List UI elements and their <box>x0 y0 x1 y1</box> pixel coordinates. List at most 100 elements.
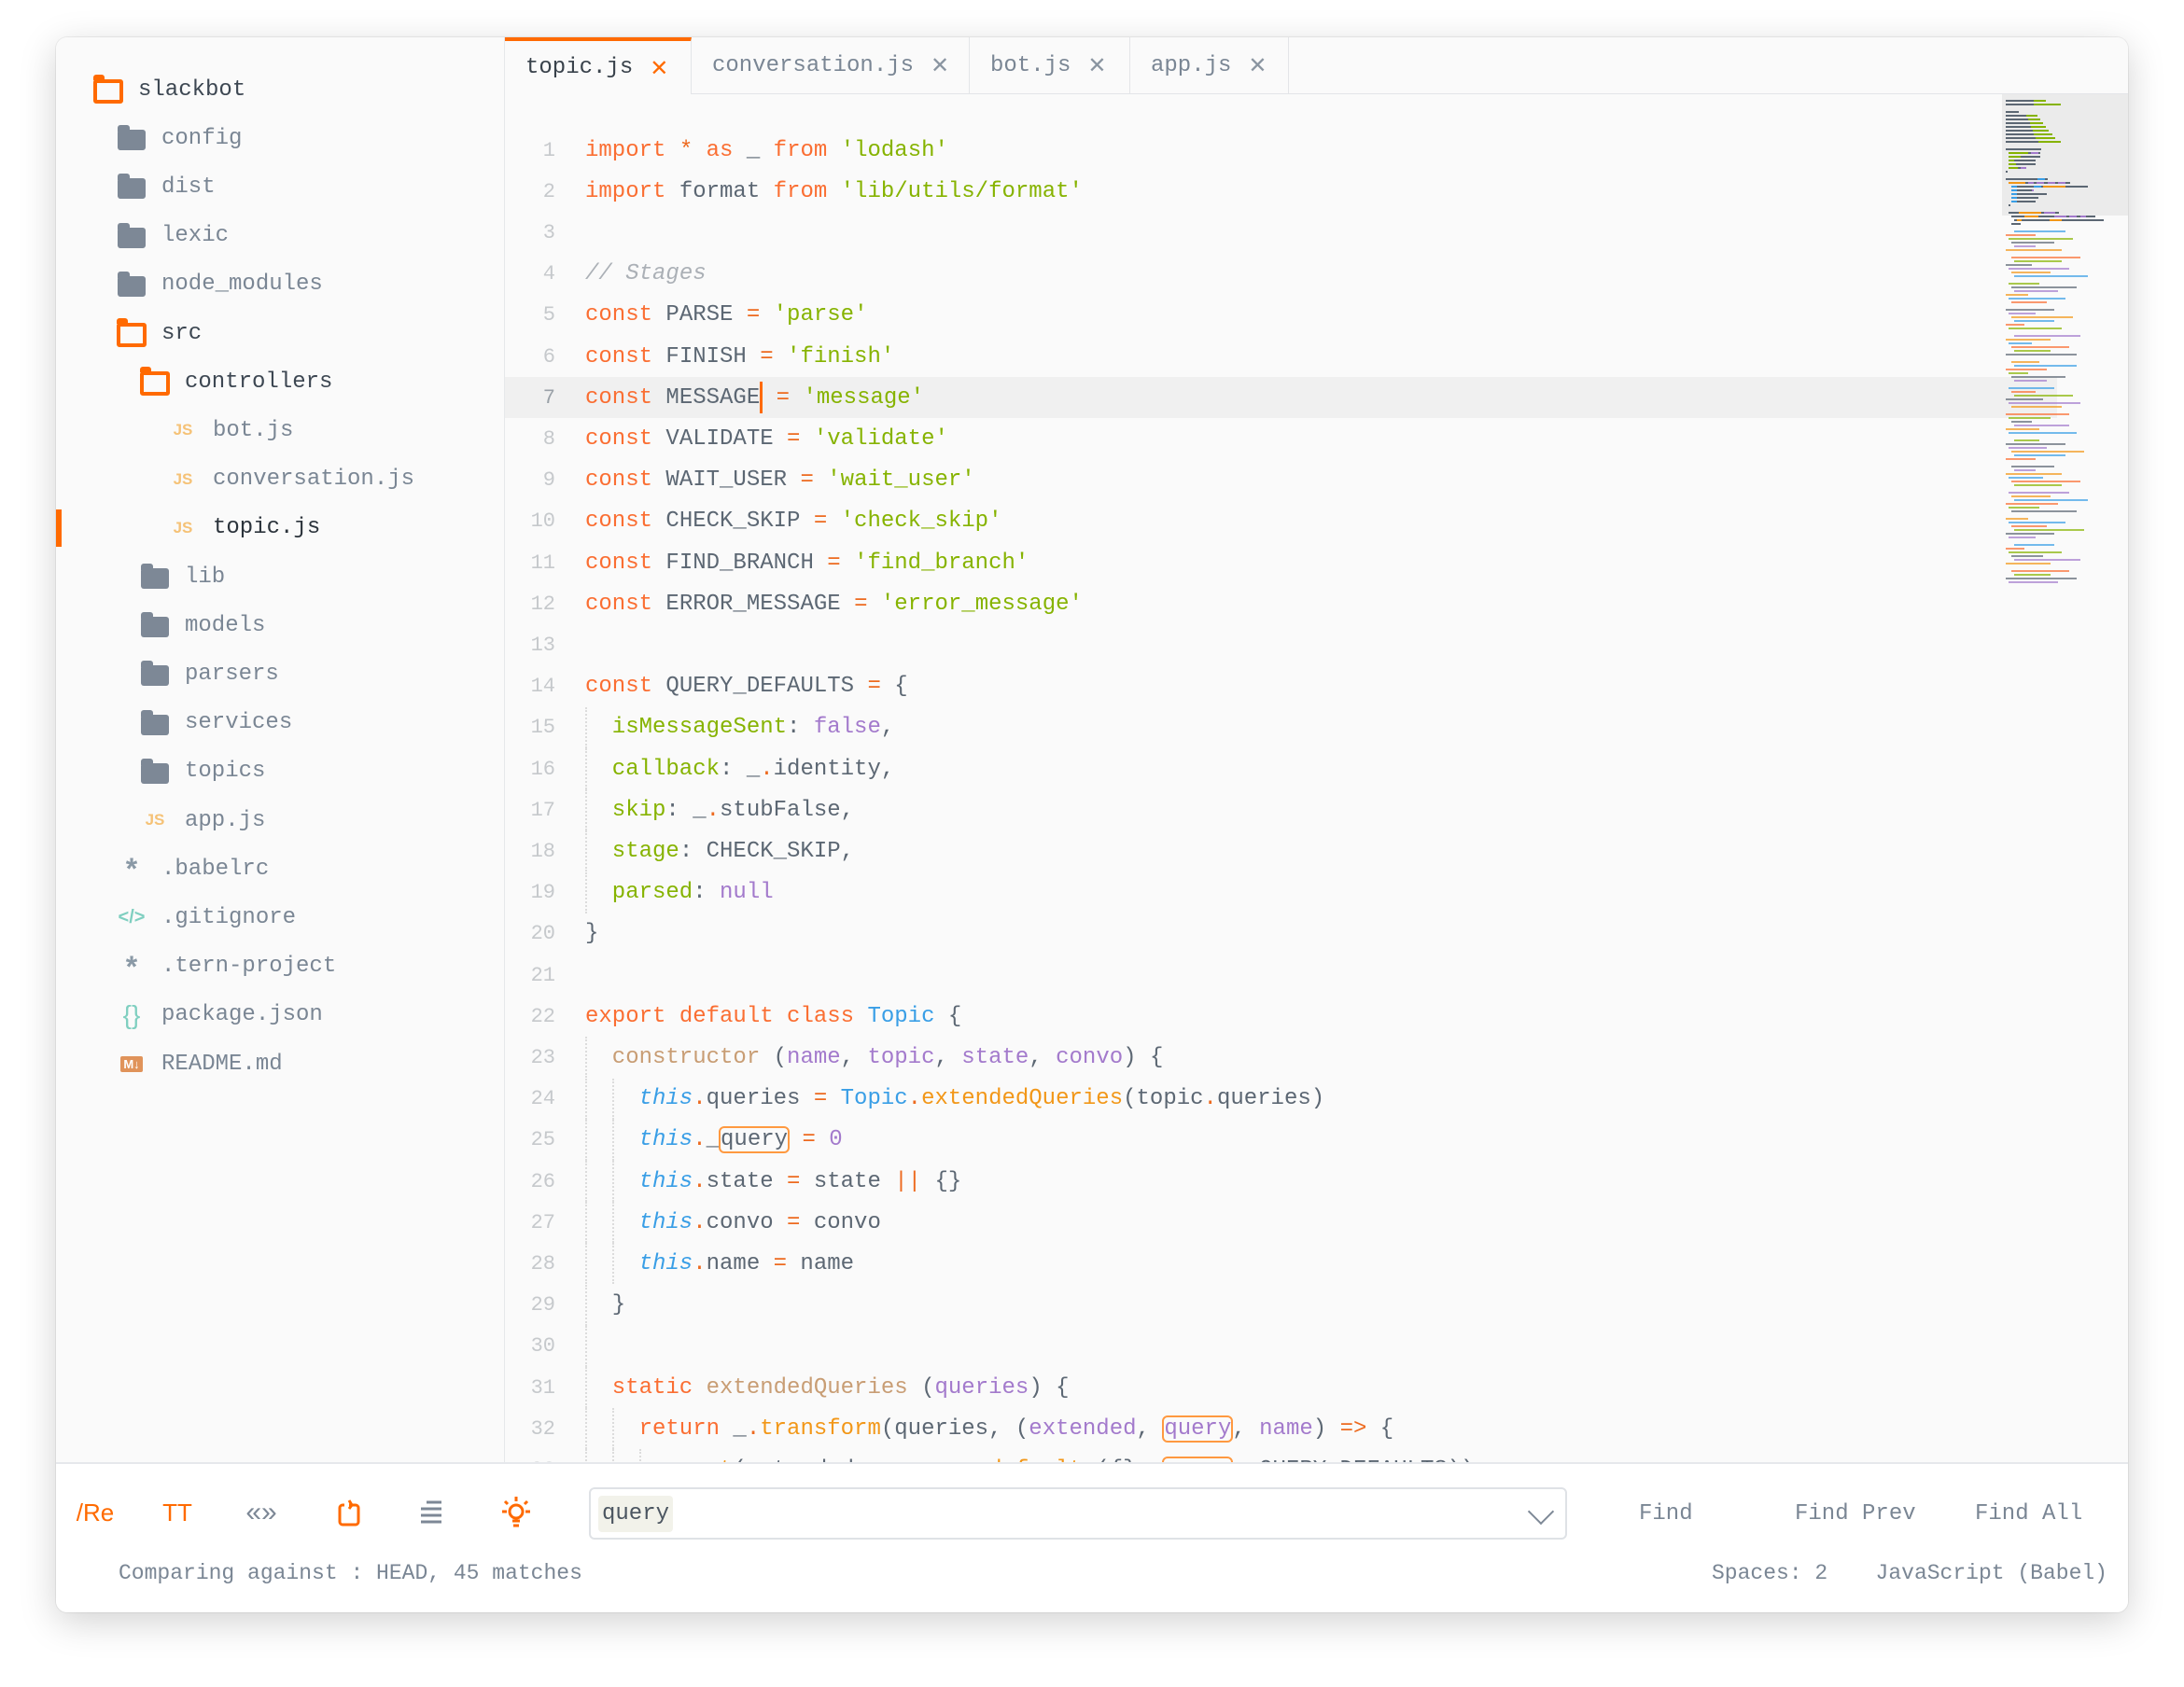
tree-item-label: package.json <box>161 1002 323 1028</box>
tab-bot-js[interactable]: bot.js ✕ <box>970 37 1130 93</box>
tab-conversation-js[interactable]: conversation.js ✕ <box>692 37 970 93</box>
code-line[interactable]: 24 this. queries = Topic. extendedQueries (t… <box>505 1078 1998 1120</box>
tree-item[interactable]: config <box>117 114 242 162</box>
code-line[interactable]: 29} <box>505 1284 1998 1326</box>
code-line[interactable]: 8 const VALIDATE = 'validate' <box>505 418 1998 459</box>
tree-item[interactable]: JS app.js <box>140 796 266 844</box>
tree-item[interactable]: node_modules <box>117 260 323 309</box>
code-editor[interactable]: 1 import * as _ from 'lodash' 2 import form… <box>505 94 2128 1462</box>
chevron-down-icon[interactable] <box>1527 1498 1555 1526</box>
tree-item[interactable]: slackbot <box>93 65 245 114</box>
code-line[interactable]: 18 stage: CHECK_SKIP, <box>505 830 1998 872</box>
token: this <box>638 1250 693 1276</box>
status-syntax[interactable]: JavaScript (Babel) <box>1876 1561 2107 1585</box>
code-line[interactable]: 1 import * as _ from 'lodash' <box>505 130 1998 171</box>
tree-item[interactable]: src <box>117 309 202 357</box>
code-line[interactable]: 17 skip: _. stubFalse, <box>505 789 1998 831</box>
token: . <box>746 1415 761 1442</box>
token: WAIT_USER <box>652 467 801 494</box>
tree-item[interactable]: JS conversation.js <box>168 455 414 504</box>
status-indentation[interactable]: Spaces: 2 <box>1712 1561 1827 1585</box>
tree-item[interactable]: * .babelrc <box>117 844 269 893</box>
code-line[interactable]: 6 const FINISH = 'finish' <box>505 336 1998 377</box>
code-line[interactable]: 19 parsed: null <box>505 871 1998 913</box>
tree-item[interactable]: lib <box>140 552 225 601</box>
minimap-line <box>2014 290 2058 292</box>
code-line[interactable]: 31 static extendedQueries (queries) { <box>505 1367 1998 1408</box>
token: const <box>585 384 653 411</box>
code-line[interactable]: 32 return _. transform (queries, (extended,… <box>505 1408 1998 1450</box>
minimap-line <box>2011 406 2062 408</box>
code-line[interactable]: 3 <box>505 212 1998 253</box>
highlight-matches-toggle[interactable] <box>491 1487 541 1538</box>
code-line[interactable]: 12 const ERROR_MESSAGE = 'error_message' <box>505 583 1998 624</box>
js-file-icon: JS <box>173 518 193 537</box>
find-query[interactable]: query <box>598 1495 674 1532</box>
regex-toggle[interactable]: /Re <box>70 1487 120 1538</box>
code-line[interactable]: 26 this. state = state || {} <box>505 1161 1998 1202</box>
code-line[interactable]: 30 <box>505 1325 1998 1367</box>
code-line[interactable]: 15 isMessageSent: false, <box>505 706 1998 748</box>
tree-item[interactable]: </> .gitignore <box>117 893 297 941</box>
code-line[interactable]: 7 const MESSAGE = 'message' <box>505 377 2057 419</box>
code-line[interactable]: 10 const CHECK_SKIP = 'check_skip' <box>505 501 1998 542</box>
code-line[interactable]: 23 constructor (name, topic, state, convo… <box>505 1037 1998 1079</box>
code-line[interactable]: 33_.set(extended, name, _.defaults({}, q… <box>505 1449 1998 1462</box>
close-icon[interactable]: ✕ <box>931 52 949 78</box>
tree-item[interactable]: topics <box>140 747 265 796</box>
code-line[interactable]: 4 // Stages <box>505 254 1998 295</box>
find-panel: /Re TT «» query Find Find Prev Find All … <box>56 1462 2128 1612</box>
whole-word-toggle[interactable]: «» <box>236 1487 287 1538</box>
code-line[interactable]: 27 this. convo = convo <box>505 1202 1998 1244</box>
code-line[interactable]: 2 import format from 'lib/utils/format' <box>505 171 1998 212</box>
code-line[interactable]: 22 export default class Topic { <box>505 996 1998 1037</box>
close-icon[interactable]: ✕ <box>1087 52 1106 78</box>
tree-item[interactable]: lexic <box>117 212 229 260</box>
token: CHECK_SKIP <box>652 509 814 535</box>
code-line[interactable]: 28 this. name = name <box>505 1243 1998 1285</box>
code-line[interactable]: 25 this. _ query = 0 <box>505 1119 1998 1161</box>
folder-icon <box>117 125 147 151</box>
code-line[interactable]: 21 <box>505 955 1998 996</box>
token: FIND_BRANCH <box>652 550 828 576</box>
code-line[interactable]: 13 <box>505 624 1998 665</box>
find-all-button[interactable]: Find All <box>1975 1487 2082 1540</box>
close-icon[interactable]: ✕ <box>1248 52 1267 78</box>
tree-item[interactable]: JS bot.js <box>168 406 294 454</box>
close-icon[interactable]: ✕ <box>650 55 668 81</box>
tree-item-label: .tern-project <box>161 954 337 980</box>
minimap-line <box>2014 245 2036 247</box>
tree-item[interactable]: dist <box>117 162 216 211</box>
tab-topic-js[interactable]: topic.js ✕ <box>505 37 692 94</box>
in-selection-toggle[interactable] <box>407 1487 457 1538</box>
wrap-toggle[interactable] <box>325 1487 375 1538</box>
minimap-line <box>2011 510 2077 512</box>
tree-item[interactable]: {} package.json <box>117 991 323 1039</box>
minimap-line <box>2038 148 2042 150</box>
code-line[interactable]: 5 const PARSE = 'parse' <box>505 295 1998 336</box>
tree-item[interactable]: * .tern-project <box>117 942 336 991</box>
minimap-line <box>2009 238 2073 240</box>
tree-item[interactable]: JS topic.js <box>168 504 321 552</box>
tree-item[interactable]: parsers <box>140 649 279 698</box>
minimap[interactable] <box>2002 94 2128 654</box>
find-button[interactable]: Find <box>1639 1487 1693 1540</box>
code-line[interactable]: 9 const WAIT_USER = 'wait_user' <box>505 460 1998 501</box>
tree-item[interactable]: services <box>140 699 292 747</box>
code-line[interactable]: 16 callback: _. identity, <box>505 748 1998 789</box>
find-input[interactable]: query <box>589 1487 1567 1540</box>
minimap-line <box>2006 137 2013 139</box>
code-line[interactable]: 11 const FIND_BRANCH = 'find_branch' <box>505 542 1998 583</box>
case-sensitive-toggle[interactable]: TT <box>152 1487 203 1538</box>
find-prev-button[interactable]: Find Prev <box>1795 1487 1916 1540</box>
tree-item[interactable]: M↓ README.md <box>117 1039 283 1088</box>
code-line[interactable]: 14 const QUERY_DEFAULTS = { <box>505 666 1998 707</box>
tree-item[interactable]: models <box>140 601 265 649</box>
tree-item[interactable]: controllers <box>140 357 332 406</box>
tab-app-js[interactable]: app.js ✕ <box>1130 37 1289 93</box>
code-line[interactable]: 20} <box>505 913 1998 955</box>
token: export default class <box>585 1003 855 1029</box>
token: * <box>665 137 707 163</box>
